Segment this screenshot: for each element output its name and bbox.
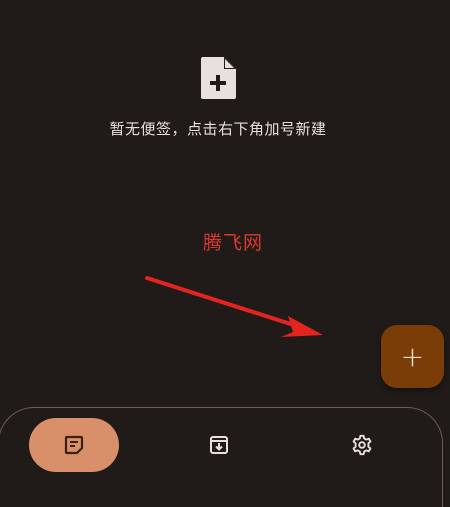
plus-icon: + — [400, 339, 425, 373]
empty-message: 暂无便签，点击右下角加号新建 — [109, 120, 327, 138]
nav-item-archive[interactable] — [189, 418, 249, 472]
nav-item-notes[interactable] — [29, 418, 119, 472]
annotation-arrow — [145, 276, 323, 337]
archive-download-icon — [210, 436, 228, 454]
watermark-text: 腾飞网 — [203, 232, 264, 254]
add-note-button[interactable]: + — [381, 325, 444, 388]
nav-item-settings[interactable] — [332, 418, 392, 472]
bottom-navigation — [0, 407, 443, 507]
note-icon — [64, 435, 84, 455]
gear-icon — [352, 434, 372, 456]
file-add-icon — [201, 57, 236, 99]
